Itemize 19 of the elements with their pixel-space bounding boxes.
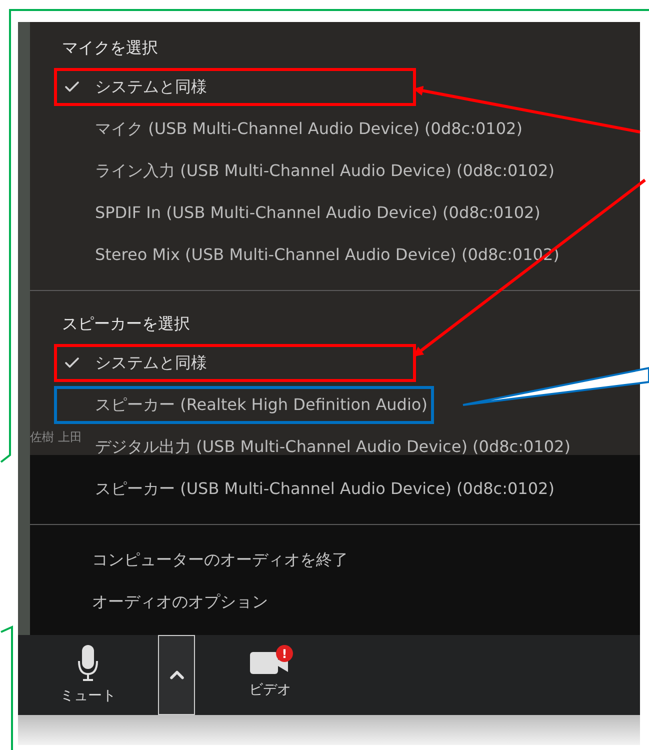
section-title: スピーカーを選択 <box>61 313 191 335</box>
menu-item[interactable]: スピーカー (Realtek High Definition Audio) <box>95 393 428 417</box>
alert-badge: ! <box>276 645 293 662</box>
menu-item[interactable]: スピーカー (USB Multi-Channel Audio Device) (0d8c:0102) <box>95 477 554 501</box>
video-button[interactable]: ! ビデオ <box>235 635 305 715</box>
mute-button[interactable]: ミュート <box>48 635 128 715</box>
menu-item[interactable]: ライン入力 (USB Multi-Channel Audio Device) (0d8c:0102) <box>95 159 554 183</box>
menu-item[interactable]: SPDIF In (USB Multi-Channel Audio Device) (0d8c:0102) <box>95 201 540 225</box>
menu-action[interactable]: コンピューターのオーディオを終了 <box>92 548 348 572</box>
menu-item[interactable]: デジタル出力 (USB Multi-Channel Audio Device) (0d8c:0102) <box>95 435 570 459</box>
audio-options-button[interactable] <box>158 635 195 715</box>
menu-item[interactable]: システムと同様 <box>95 75 207 99</box>
microphone-icon <box>77 644 99 682</box>
participant-name: 佐樹 上田 <box>30 429 82 446</box>
section-title: マイクを選択 <box>61 37 159 59</box>
video-camera-icon <box>250 650 290 676</box>
menu-action[interactable]: オーディオのオプション <box>92 590 268 614</box>
menu-item[interactable]: マイク (USB Multi-Channel Audio Device) (0d8c:0102) <box>95 117 522 141</box>
menu-item[interactable]: システムと同様 <box>95 351 207 375</box>
